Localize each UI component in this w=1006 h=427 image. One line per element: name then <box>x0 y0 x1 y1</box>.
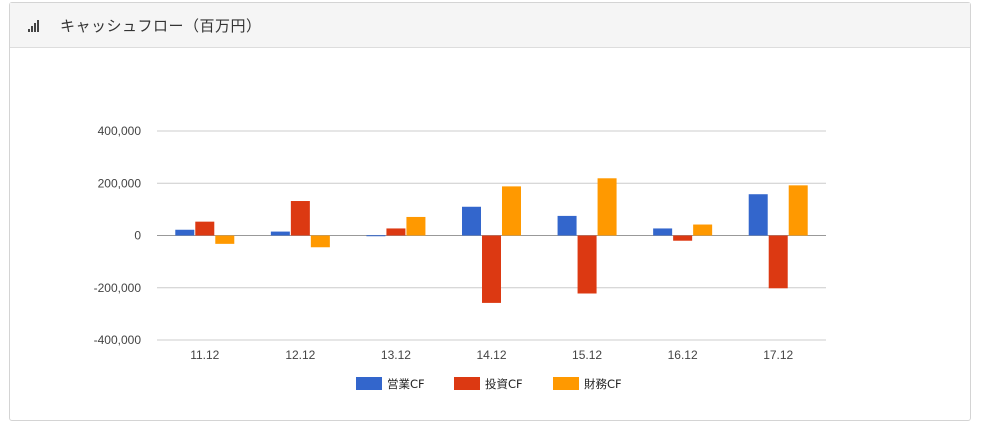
bar-financing-5 <box>693 224 713 236</box>
legend-swatch <box>454 377 480 390</box>
bar-operating-0 <box>175 229 195 236</box>
legend-label: 投資CF <box>485 377 523 391</box>
legend-label: 営業CF <box>387 377 425 391</box>
cash-flow-chart: 400,000 200,000 0 -200,000 -400,000 11.12 12.1… <box>94 124 826 391</box>
legend-label: 財務CF <box>584 377 622 391</box>
x-tick-label: 15.12 <box>572 348 602 362</box>
bar-operating-5 <box>653 228 673 236</box>
bar-operating-2 <box>366 235 386 237</box>
bar-investing-0 <box>195 221 215 236</box>
x-tick-label: 17.12 <box>763 348 793 362</box>
y-tick-label: 200,000 <box>98 176 142 190</box>
bar-investing-6 <box>768 235 788 289</box>
legend-swatch <box>553 377 579 390</box>
x-tick-label: 11.12 <box>190 348 219 362</box>
legend-swatch <box>356 377 382 390</box>
bar-operating-1 <box>270 231 290 236</box>
bar-operating-6 <box>748 194 768 236</box>
bar-investing-2 <box>386 228 406 236</box>
bar-investing-4 <box>577 235 597 294</box>
bar-investing-1 <box>290 201 310 236</box>
bar-financing-6 <box>788 185 808 236</box>
bar-financing-3 <box>502 186 521 236</box>
y-tick-label: 0 <box>134 229 141 243</box>
x-tick-label: 16.12 <box>668 348 698 362</box>
y-tick-label: 400,000 <box>98 124 142 138</box>
x-tick-label: 14.12 <box>476 348 506 362</box>
bar-investing-5 <box>673 235 693 241</box>
bar-financing-1 <box>310 235 330 248</box>
x-tick-label: 12.12 <box>285 348 315 362</box>
bar-financing-4 <box>597 178 617 236</box>
bar-operating-3 <box>462 206 481 236</box>
bar-operating-4 <box>557 215 577 236</box>
x-tick-label: 13.12 <box>381 348 411 362</box>
y-tick-label: -200,000 <box>94 281 142 295</box>
bar-financing-0 <box>215 235 235 244</box>
bar-investing-3 <box>482 235 501 303</box>
y-tick-label: -400,000 <box>94 333 142 347</box>
bar-financing-2 <box>406 216 426 236</box>
